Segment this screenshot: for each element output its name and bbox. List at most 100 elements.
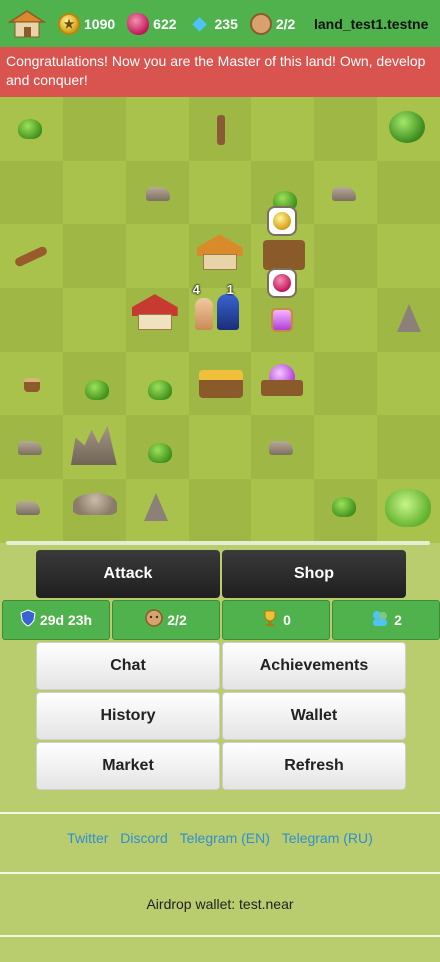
map-tile[interactable] — [125, 224, 189, 289]
map-tile[interactable] — [314, 479, 378, 543]
gem-icon — [127, 12, 150, 35]
map-tile[interactable] — [188, 97, 252, 161]
map-tile[interactable] — [251, 97, 315, 161]
map-tile[interactable] — [0, 160, 63, 225]
map-tile[interactable] — [251, 268, 315, 352]
map-tile[interactable] — [314, 97, 378, 161]
map-tile[interactable] — [62, 288, 126, 352]
coin-bubble-icon[interactable] — [267, 206, 298, 237]
map-tile[interactable] — [377, 415, 440, 480]
telegram-en-link[interactable]: Telegram (EN) — [180, 830, 270, 846]
market-button[interactable]: Market — [36, 742, 220, 790]
shield-time: 29d 23h — [39, 612, 93, 628]
map-tile[interactable] — [62, 97, 126, 161]
map-tile[interactable] — [251, 351, 315, 416]
achievements-button[interactable]: Achievements — [222, 642, 406, 690]
gems-value: 622 — [153, 15, 177, 32]
map-tile[interactable] — [0, 288, 63, 352]
bush-icon — [147, 443, 172, 464]
map-tile[interactable] — [188, 160, 252, 225]
map-scrollbar[interactable] — [6, 541, 430, 545]
map-tile[interactable] — [125, 160, 189, 225]
discord-link[interactable]: Discord — [120, 830, 167, 846]
population-value: 2 — [394, 612, 402, 628]
map-tile[interactable] — [314, 288, 378, 352]
land-map[interactable]: 41 — [0, 97, 440, 543]
ruins-icon — [70, 425, 117, 466]
barn-icon[interactable] — [131, 294, 178, 331]
map-tile[interactable] — [0, 224, 63, 289]
rock-icon — [145, 186, 170, 201]
gem-mine-icon[interactable] — [267, 298, 297, 336]
map-tile[interactable] — [377, 288, 440, 352]
house-icon[interactable] — [196, 234, 243, 271]
coins-value: 1090 — [84, 15, 116, 32]
chat-button[interactable]: Chat — [36, 642, 220, 690]
map-tile[interactable] — [62, 415, 126, 480]
airdrop-wallet: Airdrop wallet: test.near — [146, 896, 294, 912]
telegram-ru-link[interactable]: Telegram (RU) — [282, 830, 373, 846]
population-stat[interactable]: 2 — [332, 600, 440, 640]
home-icon[interactable] — [7, 8, 47, 40]
map-tile[interactable] — [377, 160, 440, 225]
map-tile[interactable] — [188, 479, 252, 543]
diamonds-value: 235 — [214, 15, 238, 32]
stump-icon — [24, 377, 40, 392]
map-tile[interactable] — [62, 351, 126, 416]
congratulations-banner: Congratulations! Now you are the Master … — [0, 47, 440, 97]
map-tile[interactable] — [314, 351, 378, 416]
diamonds-counter: ◆ 235 — [189, 13, 238, 35]
map-tile[interactable] — [0, 415, 63, 480]
heroes-group[interactable]: 41 — [191, 282, 245, 334]
bush-icon — [332, 497, 357, 518]
divider — [0, 812, 440, 814]
shield-stat[interactable]: 29d 23h — [2, 600, 110, 640]
map-tile[interactable] — [188, 415, 252, 480]
refresh-button[interactable]: Refresh — [222, 742, 406, 790]
map-tile[interactable] — [314, 415, 378, 480]
history-button[interactable]: History — [36, 692, 220, 740]
gem-bubble-icon[interactable] — [267, 268, 298, 299]
map-tile[interactable] — [377, 479, 440, 543]
map-tile[interactable] — [62, 479, 126, 543]
map-tile[interactable] — [314, 224, 378, 289]
gem-storage-icon[interactable] — [261, 363, 304, 398]
divider — [0, 935, 440, 937]
map-tile[interactable] — [62, 224, 126, 289]
map-tile[interactable] — [188, 224, 252, 289]
heroes-value: 2/2 — [275, 15, 296, 32]
map-tile[interactable]: 41 — [188, 282, 252, 352]
heroes-stat[interactable]: 2/2 — [112, 600, 220, 640]
shop-button[interactable]: Shop — [222, 550, 406, 598]
sawmill-icon[interactable] — [263, 240, 306, 271]
coins-counter: ★ 1090 — [58, 12, 116, 35]
map-tile[interactable] — [125, 479, 189, 543]
map-tile[interactable] — [251, 415, 315, 480]
map-tile[interactable] — [0, 351, 63, 416]
map-tile[interactable] — [314, 160, 378, 225]
stone-mound-icon — [72, 493, 117, 516]
map-tile[interactable] — [377, 97, 440, 161]
wallet-button[interactable]: Wallet — [222, 692, 406, 740]
map-tile[interactable] — [377, 224, 440, 289]
map-tile[interactable] — [125, 351, 189, 416]
land-name[interactable]: land_test1.testne — [314, 16, 430, 32]
map-tile[interactable] — [125, 288, 189, 352]
trophies-value: 0 — [283, 612, 291, 628]
trophies-stat[interactable]: 0 — [222, 600, 330, 640]
map-tile[interactable] — [377, 351, 440, 416]
map-tile[interactable] — [62, 160, 126, 225]
map-tile[interactable] — [125, 415, 189, 480]
attack-button[interactable]: Attack — [36, 550, 220, 598]
bush-icon — [18, 119, 42, 139]
trophy-icon — [261, 609, 279, 631]
twitter-link[interactable]: Twitter — [67, 830, 108, 846]
gold-storage-icon[interactable] — [198, 369, 243, 398]
map-tile[interactable] — [125, 97, 189, 161]
map-tile[interactable] — [188, 351, 252, 416]
map-tile[interactable] — [0, 97, 63, 161]
map-tile[interactable] — [251, 479, 315, 543]
population-icon — [370, 609, 390, 631]
map-tile[interactable] — [0, 479, 63, 543]
bush-icon — [84, 379, 109, 400]
